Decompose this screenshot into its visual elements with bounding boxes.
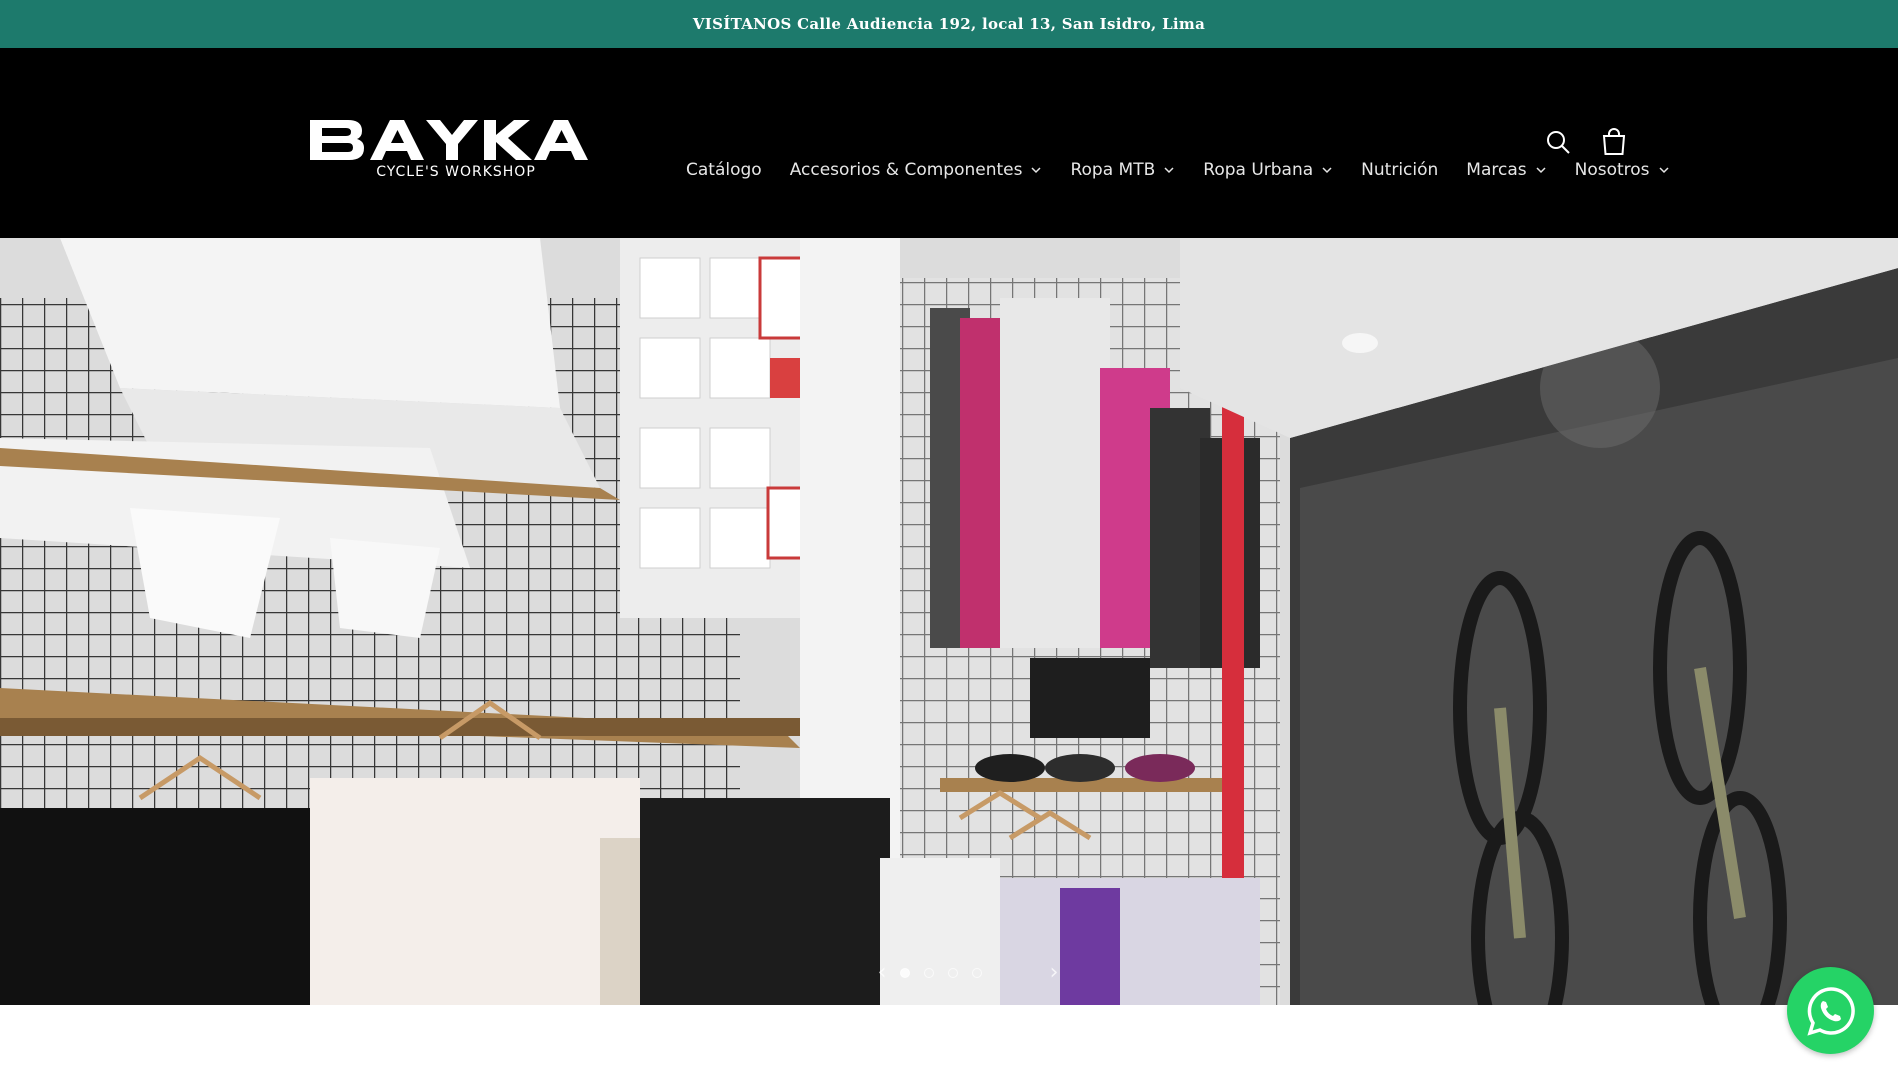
nav-label: Catálogo <box>686 160 762 180</box>
slider-prev-button[interactable]: ‹ <box>868 958 896 986</box>
whatsapp-button[interactable] <box>1787 967 1874 1054</box>
nav-label: Nosotros <box>1574 160 1650 180</box>
chevron-down-icon <box>1659 167 1669 174</box>
main-nav: Catálogo Accesorios & Componentes Ropa M… <box>672 152 1684 188</box>
nav-label: Marcas <box>1466 160 1527 180</box>
announcement-text: VISÍTANOS Calle Audiencia 192, local 13,… <box>692 15 1206 33</box>
chevron-right-icon: › <box>1049 959 1059 985</box>
nav-item-accesorios-componentes[interactable]: Accesorios & Componentes <box>776 152 1057 188</box>
whatsapp-icon <box>1806 986 1855 1036</box>
slider-dots <box>900 968 982 978</box>
slider-dot[interactable] <box>948 968 958 978</box>
slider-next-button[interactable]: › <box>1040 958 1068 986</box>
slider-dot[interactable] <box>924 968 934 978</box>
cart-button[interactable] <box>1596 124 1632 160</box>
nav-item-ropa-mtb[interactable]: Ropa MTB <box>1056 152 1189 188</box>
logo-tagline: CYCLE'S WORKSHOP <box>376 164 536 180</box>
hero-store-image <box>0 238 1898 1005</box>
logo-wordmark <box>310 120 588 160</box>
nav-label: Ropa MTB <box>1070 160 1156 180</box>
chevron-down-icon <box>1031 167 1042 174</box>
nav-label: Accesorios & Componentes <box>789 160 1023 180</box>
chevron-left-icon: ‹ <box>877 959 887 985</box>
chevron-down-icon <box>1536 167 1546 174</box>
search-icon <box>1547 131 1570 154</box>
nav-label: Nutrición <box>1361 160 1439 180</box>
nav-item-catalogo[interactable]: Catálogo <box>672 152 776 188</box>
slider-dot[interactable] <box>972 968 982 978</box>
slider-dot[interactable] <box>900 968 910 978</box>
announcement-bar: VISÍTANOS Calle Audiencia 192, local 13,… <box>0 0 1898 48</box>
nav-item-nutricion[interactable]: Nutrición <box>1347 152 1452 188</box>
search-button[interactable] <box>1540 124 1576 160</box>
nav-item-ropa-urbana[interactable]: Ropa Urbana <box>1189 152 1347 188</box>
hero-banner: ‹ › <box>0 238 1898 1005</box>
brand-logo[interactable]: CYCLE'S WORKSHOP <box>308 116 598 186</box>
site-header: CYCLE'S WORKSHOP Catálogo Accesorios & C… <box>0 48 1898 238</box>
chevron-down-icon <box>1322 167 1332 174</box>
nav-label: Ropa Urbana <box>1203 160 1314 180</box>
chevron-down-icon <box>1164 167 1174 174</box>
cart-icon <box>1602 128 1626 155</box>
